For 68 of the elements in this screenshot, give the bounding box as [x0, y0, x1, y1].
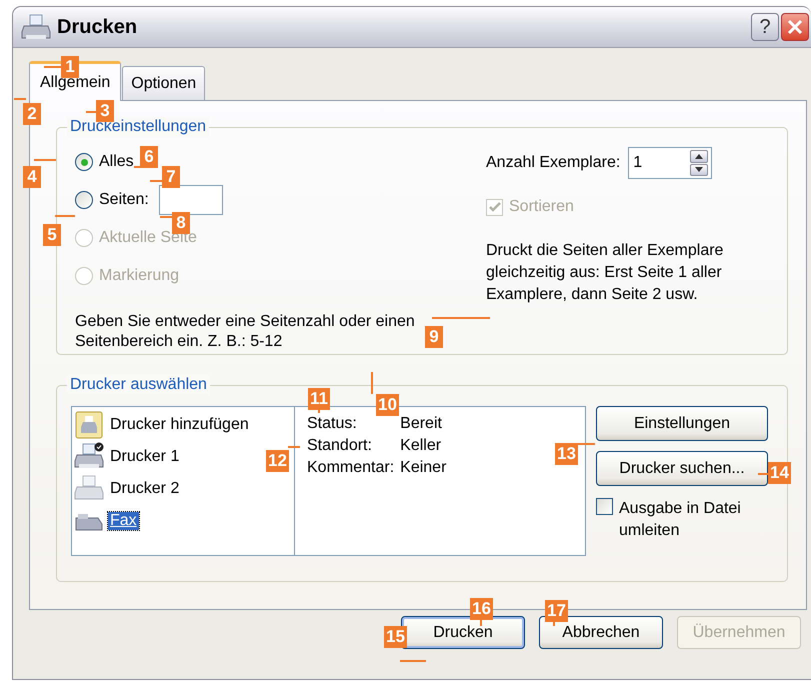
callout-number: 6	[140, 146, 158, 168]
leader-line	[44, 66, 61, 68]
checkbox-label: Sortieren	[509, 198, 574, 216]
spin-down-button[interactable]	[690, 164, 708, 176]
button[interactable]: Einstellungen	[596, 406, 768, 441]
callout-number: 17	[545, 600, 568, 622]
group-title: Druckeinstellungen	[67, 117, 210, 137]
group-title: Drucker auswählen	[67, 375, 210, 395]
close-icon	[787, 19, 803, 35]
hint-text: Druckt die Seiten aller Exemplare gleichzeitig aus: Erst Seite 1 aller Examplere, dann Seite 2 usw.	[486, 241, 724, 305]
close-button[interactable]	[781, 13, 809, 41]
callout-number: 13	[555, 443, 578, 465]
list-item[interactable]: Drucker 2	[108, 480, 182, 498]
leader-line	[55, 215, 75, 217]
detail-label: Status:	[307, 414, 357, 434]
checkbox[interactable]	[596, 498, 613, 515]
tab[interactable]: Optionen	[122, 66, 206, 100]
help-button[interactable]: ?	[751, 13, 779, 41]
list-item[interactable]: Fax	[108, 512, 139, 530]
list-item[interactable]: Drucker hinzufügen	[108, 416, 251, 434]
spin-up-button[interactable]	[690, 150, 708, 162]
callout-number: 8	[172, 212, 190, 234]
leader-line	[14, 98, 26, 100]
leader-line	[400, 660, 426, 662]
callout-number: 16	[470, 598, 493, 620]
printer-icon	[21, 13, 51, 41]
spinner-value: 1	[633, 154, 644, 172]
detail-label: Kommentar:	[307, 458, 394, 478]
callout-number: 4	[23, 166, 41, 188]
detail-value: Bereit	[400, 414, 442, 434]
callout-number: 9	[425, 326, 443, 348]
button[interactable]: Abbrechen	[539, 616, 663, 649]
detail-value: Keller	[400, 436, 442, 456]
leader-line	[34, 159, 56, 161]
button[interactable]: Drucker suchen...	[596, 451, 768, 486]
radio-label: Markierung	[99, 267, 180, 285]
leader-line	[288, 446, 300, 448]
callout-number: 12	[266, 450, 289, 472]
leader-line	[371, 372, 373, 394]
up-arrow-icon	[695, 154, 704, 159]
copies-label: Anzahl Exemplare:	[486, 154, 620, 172]
leader-line	[432, 317, 490, 319]
copies-spinner[interactable]: 1	[628, 147, 712, 179]
radio-button[interactable]	[75, 191, 93, 209]
leader-line	[577, 443, 595, 445]
checkbox-label: Ausgabe in Datei umleiten	[619, 499, 742, 541]
radio-button[interactable]	[75, 153, 93, 171]
callout-number: 5	[43, 224, 61, 246]
callout-number: 7	[162, 166, 180, 188]
callout-number: 3	[96, 100, 114, 122]
list-item[interactable]: Drucker 1	[108, 448, 182, 466]
callout-number: 14	[768, 462, 791, 484]
callout-number: 10	[376, 394, 399, 416]
radio-label: Seiten:	[99, 191, 149, 209]
callout-number: 1	[61, 56, 79, 78]
callout-number: 11	[308, 388, 330, 410]
page-range-field[interactable]	[158, 185, 223, 215]
detail-label: Standort:	[307, 436, 372, 456]
window-title: Drucken	[57, 16, 138, 38]
leader-line	[150, 180, 162, 182]
down-arrow-icon	[695, 167, 704, 172]
hint-text: Geben Sie entweder eine Seitenzahl oder einen Seitenbereich ein. Z. B.: 5-12	[75, 312, 415, 352]
detail-value: Keiner	[400, 458, 446, 478]
callout-number: 2	[23, 103, 41, 125]
leader-line	[160, 216, 172, 218]
radio-label: Alles	[99, 153, 134, 171]
add-printer-icon	[74, 410, 104, 440]
callout-number: 15	[384, 626, 407, 648]
